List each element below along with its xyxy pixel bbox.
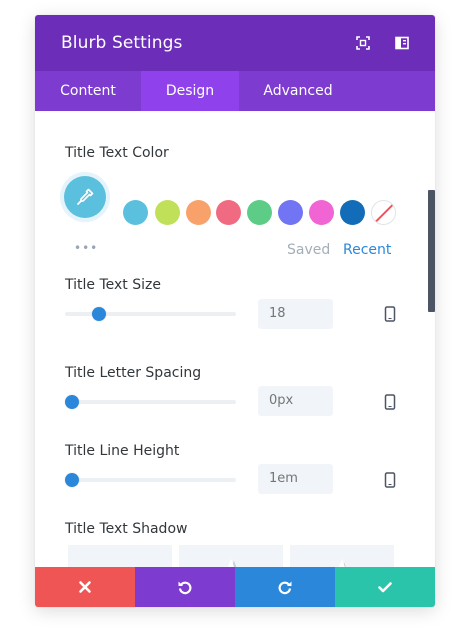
title-text-size-input[interactable] bbox=[258, 299, 333, 329]
shadow-preset-2[interactable] bbox=[290, 545, 394, 567]
title-text-size-label: Title Text Size bbox=[65, 277, 161, 293]
sidebar-split-icon[interactable] bbox=[394, 35, 410, 51]
responsive-device-icon[interactable] bbox=[384, 306, 396, 322]
redo-button[interactable] bbox=[235, 567, 335, 607]
modal-footer bbox=[35, 567, 435, 607]
title-letter-spacing-label: Title Letter Spacing bbox=[65, 365, 202, 381]
modal-header: Blurb Settings bbox=[35, 15, 435, 71]
fullscreen-icon[interactable] bbox=[355, 35, 371, 51]
saved-colors-tab[interactable]: Saved bbox=[287, 242, 330, 258]
slider-handle[interactable] bbox=[65, 395, 79, 409]
tab-advanced[interactable]: Advanced bbox=[239, 71, 357, 111]
undo-button[interactable] bbox=[135, 567, 235, 607]
slider-handle[interactable] bbox=[65, 473, 79, 487]
modal-title: Blurb Settings bbox=[61, 33, 183, 53]
title-line-height-input[interactable] bbox=[258, 464, 333, 494]
color-swatch[interactable] bbox=[123, 200, 148, 225]
no-color-swatch[interactable] bbox=[371, 200, 396, 225]
tab-design[interactable]: Design bbox=[141, 71, 239, 111]
settings-body: Title Text Color ••• Saved Recent Title … bbox=[35, 111, 435, 567]
title-letter-spacing-slider[interactable] bbox=[65, 400, 236, 404]
more-options-icon[interactable]: ••• bbox=[74, 242, 98, 254]
slider-handle[interactable] bbox=[92, 307, 106, 321]
settings-modal: Blurb Settings Content Design Advanced T… bbox=[35, 15, 435, 607]
color-swatch[interactable] bbox=[309, 200, 334, 225]
title-text-size-slider[interactable] bbox=[65, 312, 236, 316]
color-swatch[interactable] bbox=[278, 200, 303, 225]
title-line-height-slider[interactable] bbox=[65, 478, 236, 482]
color-swatch[interactable] bbox=[155, 200, 180, 225]
recent-colors-tab[interactable]: Recent bbox=[343, 242, 391, 258]
color-swatch[interactable] bbox=[247, 200, 272, 225]
shadow-preset-1[interactable] bbox=[179, 545, 283, 567]
responsive-device-icon[interactable] bbox=[384, 472, 396, 488]
shadow-preset-none[interactable] bbox=[68, 545, 172, 567]
title-text-color-label: Title Text Color bbox=[65, 145, 169, 161]
color-swatch[interactable] bbox=[186, 200, 211, 225]
tab-content[interactable]: Content bbox=[35, 71, 141, 111]
save-button[interactable] bbox=[335, 567, 435, 607]
settings-tabs: Content Design Advanced bbox=[35, 71, 435, 111]
scrollbar[interactable] bbox=[428, 190, 435, 312]
title-line-height-label: Title Line Height bbox=[65, 443, 180, 459]
color-swatch[interactable] bbox=[340, 200, 365, 225]
responsive-device-icon[interactable] bbox=[384, 394, 396, 410]
title-letter-spacing-input[interactable] bbox=[258, 386, 333, 416]
color-picker-button[interactable] bbox=[64, 176, 106, 218]
cancel-button[interactable] bbox=[35, 567, 135, 607]
color-swatch[interactable] bbox=[216, 200, 241, 225]
title-text-shadow-label: Title Text Shadow bbox=[65, 521, 188, 537]
